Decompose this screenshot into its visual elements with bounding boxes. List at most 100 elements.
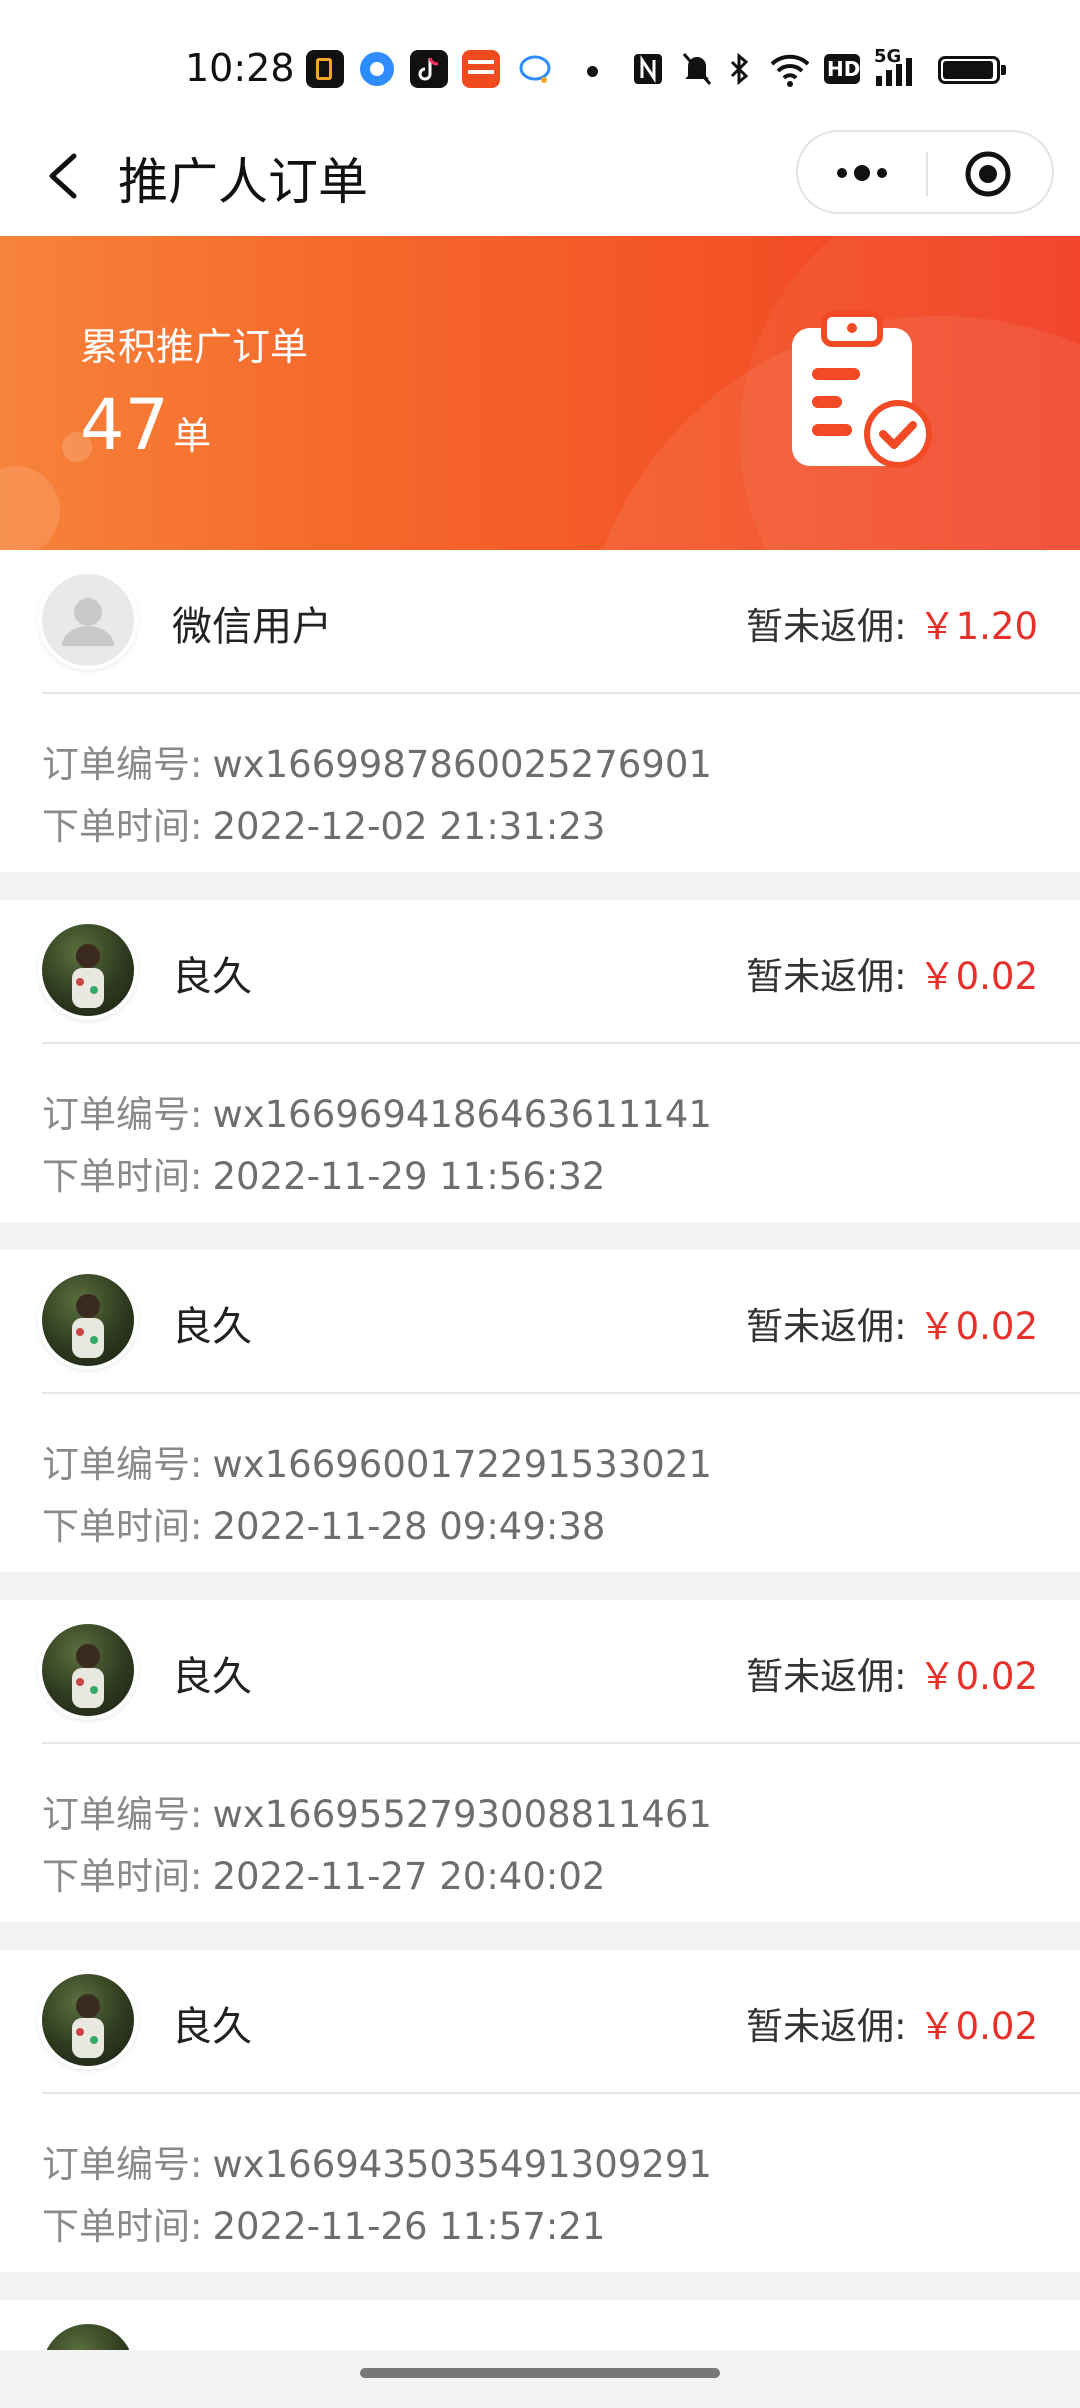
nfc-icon (632, 50, 664, 88)
commission-amount: ￥0.02 (918, 1305, 1038, 1348)
capsule-divider (926, 152, 928, 196)
divider (42, 1392, 1080, 1394)
order-time: 2022-11-29 11:56:32 (212, 1155, 606, 1198)
mini-program-capsule (796, 130, 1054, 214)
order-card[interactable]: 良久 暂未返佣: ￥0.02 订单编号: wx1669552793008811461… (0, 1600, 1080, 1922)
order-time-row: 下单时间: 2022-11-29 11:56:32 (42, 1146, 605, 1200)
order-card[interactable]: 良久 暂未返佣: ￥0.02 订单编号: wx1669694186463611141… (0, 900, 1080, 1222)
avatar (42, 574, 134, 666)
browser-app-icon (360, 52, 394, 86)
user-photo (72, 1294, 104, 1358)
order-time-label: 下单时间: (42, 1855, 203, 1898)
status-time: 10:28 (185, 46, 295, 90)
target-close-icon (965, 151, 1011, 197)
order-number-row: 订单编号: wx1669435035491309291 (42, 2134, 712, 2188)
order-card[interactable]: 良久 暂未返佣: ￥0.02 订单编号: wx1669435035491309291… (0, 1950, 1080, 2272)
order-number-row: 订单编号: wx1669600172291533021 (42, 1434, 712, 1488)
commission-amount: ￥0.02 (918, 1655, 1038, 1698)
tiktok-app-icon (410, 50, 448, 88)
total-orders-count: 47 单 (80, 384, 211, 466)
chevron-left-icon (49, 153, 77, 199)
status-bar: 10:28 HD 5G (0, 0, 1080, 120)
commission-status: 暂未返佣: ￥0.02 (746, 1646, 1038, 1700)
order-card[interactable]: 微信用户 暂未返佣: ￥1.20 订单编号: wx16699878600252769… (0, 550, 1080, 872)
back-button[interactable] (36, 146, 96, 206)
home-indicator[interactable] (360, 2368, 720, 2378)
avatar (42, 1974, 134, 2066)
total-orders-label: 累积推广订单 (80, 325, 309, 369)
commission-amount: ￥0.02 (918, 955, 1038, 998)
user-name: 良久 (172, 2004, 252, 2050)
commission-amount: ￥0.02 (918, 2005, 1038, 2048)
user-photo (72, 944, 104, 1008)
avatar (42, 924, 134, 1016)
bluetooth-icon (728, 50, 752, 88)
avatar (42, 1274, 134, 1366)
commission-label: 暂未返佣: (746, 605, 907, 648)
order-number: wx1669694186463611141 (212, 1093, 712, 1136)
divider (42, 692, 1080, 694)
default-user-icon (62, 598, 114, 646)
commission-label: 暂未返佣: (746, 2005, 907, 2048)
signal-5g-icon: 5G (874, 46, 918, 88)
order-number-row: 订单编号: wx1669987860025276901 (42, 734, 712, 788)
order-number-row: 订单编号: wx1669552793008811461 (42, 1784, 712, 1838)
order-time: 2022-12-02 21:31:23 (212, 805, 606, 848)
total-orders-number: 47 (80, 384, 170, 466)
navbar: 推广人订单 (0, 120, 1080, 236)
order-card[interactable]: 良久 暂未返佣: ￥0.02 订单编号: wx1669600172291533021… (0, 1250, 1080, 1572)
order-number-label: 订单编号: (42, 1443, 203, 1486)
notification-app-icon (306, 50, 344, 88)
divider (42, 1742, 1080, 1744)
order-number: wx1669987860025276901 (212, 743, 712, 786)
user-photo (72, 1994, 104, 2058)
bank-app-icon (462, 50, 500, 88)
page-title: 推广人订单 (118, 153, 368, 211)
order-number-label: 订单编号: (42, 1793, 203, 1836)
order-time-label: 下单时间: (42, 805, 203, 848)
order-time: 2022-11-28 09:49:38 (212, 1505, 606, 1548)
user-name: 良久 (172, 1654, 252, 1700)
order-time-row: 下单时间: 2022-12-02 21:31:23 (42, 796, 605, 850)
avatar (42, 1624, 134, 1716)
commission-label: 暂未返佣: (746, 1305, 907, 1348)
summary-banner: 累积推广订单 47 单 (0, 236, 1080, 550)
order-number-label: 订单编号: (42, 743, 203, 786)
banner-bubble (0, 466, 60, 550)
dot-icon (587, 66, 598, 77)
divider (42, 2092, 1080, 2094)
divider (42, 1042, 1080, 1044)
order-time-label: 下单时间: (42, 1505, 203, 1548)
user-name: 良久 (172, 954, 252, 1000)
commission-status: 暂未返佣: ￥0.02 (746, 946, 1038, 1000)
order-number: wx1669435035491309291 (212, 2143, 712, 2186)
commission-status: 暂未返佣: ￥0.02 (746, 1296, 1038, 1350)
more-button[interactable] (828, 150, 896, 196)
order-number: wx1669552793008811461 (212, 1793, 712, 1836)
user-name: 微信用户 (172, 604, 332, 650)
commission-amount: ￥1.20 (918, 605, 1038, 648)
order-time: 2022-11-26 11:57:21 (212, 2205, 606, 2248)
order-time-row: 下单时间: 2022-11-28 09:49:38 (42, 1496, 605, 1550)
order-time: 2022-11-27 20:40:02 (212, 1855, 606, 1898)
chat-app-icon (518, 50, 554, 88)
total-orders-unit: 单 (173, 414, 212, 458)
commission-status: 暂未返佣: ￥1.20 (746, 596, 1038, 650)
hd-label: HD (827, 57, 861, 81)
order-time-row: 下单时间: 2022-11-26 11:57:21 (42, 2196, 605, 2250)
order-number-label: 订单编号: (42, 2143, 203, 2186)
order-number-row: 订单编号: wx1669694186463611141 (42, 1084, 712, 1138)
user-name: 良久 (172, 1304, 252, 1350)
wifi-icon (768, 50, 812, 88)
mute-icon (680, 50, 714, 88)
order-time-label: 下单时间: (42, 2205, 203, 2248)
close-button[interactable] (964, 150, 1012, 198)
order-time-label: 下单时间: (42, 1155, 203, 1198)
order-list: 微信用户 暂未返佣: ￥1.20 订单编号: wx16699878600252769… (0, 550, 1080, 2408)
user-photo (72, 1644, 104, 1708)
order-time-row: 下单时间: 2022-11-27 20:40:02 (42, 1846, 605, 1900)
hd-icon: HD (824, 54, 860, 84)
battery-icon (938, 50, 1008, 88)
clipboard-check-icon (786, 306, 936, 476)
commission-status: 暂未返佣: ￥0.02 (746, 1996, 1038, 2050)
